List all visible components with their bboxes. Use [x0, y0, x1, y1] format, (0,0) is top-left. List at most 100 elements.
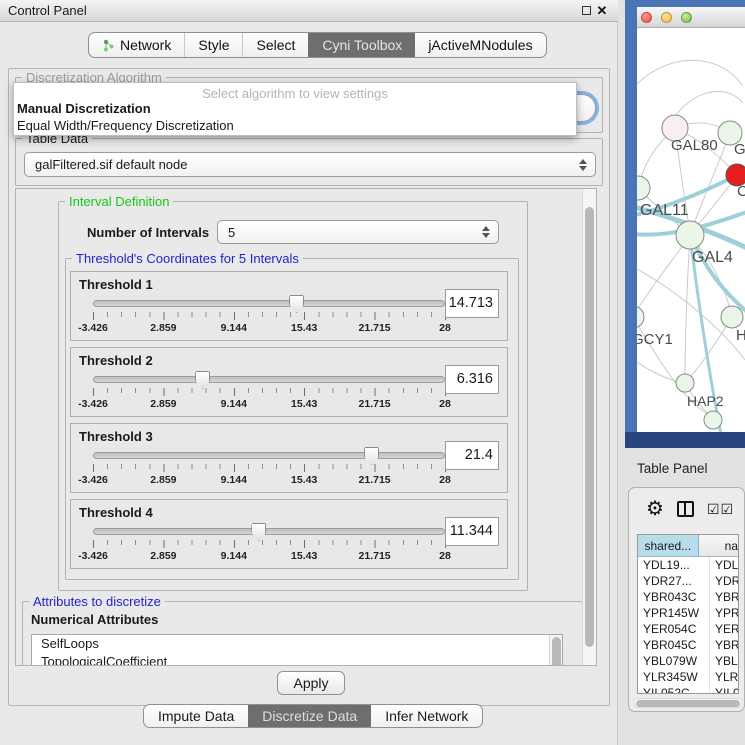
numerical-attributes-label: Numerical Attributes [31, 612, 158, 627]
slider-track [93, 528, 445, 535]
threshold-1-slider-thumb[interactable] [289, 295, 304, 313]
network-graph: GAL80 GA C GAL11 GAL4 GCY1 H HAP2 [637, 28, 745, 432]
node-bottom[interactable] [704, 411, 722, 429]
threshold-4-panel: Threshold 4 -3.426 2.859 9.144 15.43 [70, 499, 508, 569]
control-panel-titlebar: Control Panel ✕ [0, 0, 618, 22]
table-row[interactable]: YDL19...YDL1 [638, 557, 738, 573]
node-h[interactable] [721, 306, 743, 328]
table-panel-title: Table Panel [637, 461, 708, 476]
algorithm-dropdown-popup: Select algorithm to view settings Manual… [13, 82, 577, 136]
menu-item-equal-width-discretization[interactable]: Equal Width/Frequency Discretization [17, 118, 234, 133]
tab-style[interactable]: Style [184, 33, 242, 57]
threshold-2-slider[interactable] [93, 376, 445, 384]
tab-network-label: Network [120, 37, 171, 53]
threshold-1-value-field[interactable]: 14.713 [445, 289, 499, 318]
attributes-list-scrollbar[interactable] [549, 635, 562, 666]
table-row[interactable]: YBR043CYBR0 [638, 589, 738, 605]
number-of-intervals-combobox[interactable]: 5 [217, 220, 499, 244]
node-label: GAL80 [671, 137, 718, 154]
node-attribute-table[interactable]: shared... na YDL19...YDL1 YDR27...YDR2 Y… [637, 534, 739, 694]
table-row[interactable]: YBL079WYBL0 [638, 653, 738, 669]
threshold-3-panel: Threshold 3 -3.426 2.859 9.144 15.43 [70, 423, 508, 493]
tab-select[interactable]: Select [242, 33, 308, 57]
threshold-3-slider-thumb[interactable] [364, 447, 379, 465]
number-of-intervals-label: Number of Intervals [87, 225, 209, 240]
select-columns-icon[interactable]: ☑☑ [707, 501, 734, 518]
close-panel-button[interactable]: ✕ [594, 3, 610, 19]
column-header-name[interactable]: na [699, 535, 738, 556]
tab-cyni-toolbox[interactable]: Cyni Toolbox [308, 33, 415, 57]
table-row[interactable]: YIL052CYIL0 [638, 685, 738, 694]
tab-jactivemnodules[interactable]: jActiveMNodules [415, 33, 545, 57]
threshold-3-value-field[interactable]: 21.4 [445, 441, 499, 470]
control-panel-tabbar: Network Style Select Cyni Toolbox jActiv… [88, 32, 547, 58]
threshold-4-title: Threshold 4 [79, 505, 153, 520]
threshold-4-value-field[interactable]: 11.344 [445, 517, 499, 546]
node-gal4[interactable] [676, 221, 704, 249]
settings-scroll-panel: Interval Definition Number of Intervals … [15, 188, 597, 666]
split-columns-icon[interactable] [677, 501, 694, 517]
threshold-2-title: Threshold 2 [79, 353, 153, 368]
tab-infer-network[interactable]: Infer Network [371, 705, 482, 727]
interval-definition-group: Interval Definition Number of Intervals … [58, 201, 528, 591]
table-row[interactable]: YDR27...YDR2 [638, 573, 738, 589]
tab-discretize-data[interactable]: Discretize Data [248, 705, 371, 727]
node-label: GAL11 [640, 202, 689, 219]
list-item[interactable]: SelfLoops [32, 635, 562, 653]
menu-item-manual-discretization[interactable]: Manual Discretization [17, 101, 151, 116]
node-gal11[interactable] [637, 176, 650, 200]
slider-track [93, 376, 445, 383]
table-header-row: shared... na [638, 535, 738, 557]
column-header-shared-name[interactable]: shared... [638, 535, 699, 556]
network-icon [102, 39, 115, 52]
float-icon [582, 6, 591, 15]
table-data-value: galFiltered.sif default node [35, 157, 187, 172]
control-panel-window: Control Panel ✕ Network Style Select Cyn… [0, 0, 618, 745]
close-icon: ✕ [597, 3, 608, 19]
tab-style-label: Style [198, 37, 229, 53]
apply-button[interactable]: Apply [277, 671, 345, 695]
network-view-frame-bottom [625, 432, 745, 448]
threshold-1-title: Threshold 1 [79, 277, 153, 292]
mac-zoom-icon[interactable] [681, 12, 692, 23]
list-item[interactable]: TopologicalCoefficient [32, 653, 562, 666]
tab-cyni-toolbox-label: Cyni Toolbox [322, 37, 402, 53]
node-hap2[interactable] [676, 374, 694, 392]
table-row[interactable]: YER054CYER0 [638, 621, 738, 637]
node-label: C [737, 183, 745, 200]
cyni-bottom-tabbar: Impute Data Discretize Data Infer Networ… [143, 704, 483, 728]
interval-definition-label: Interval Definition [65, 194, 173, 209]
threshold-2-slider-thumb[interactable] [195, 371, 210, 389]
threshold-1-slider[interactable] [93, 300, 445, 308]
numerical-attributes-list[interactable]: SelfLoops TopologicalCoefficient Between… [31, 634, 563, 666]
mac-minimize-icon[interactable] [661, 12, 672, 23]
threshold-3-slider[interactable] [93, 452, 445, 460]
tab-jactivemnodules-label: jActiveMNodules [428, 37, 532, 53]
window-title: Control Panel [8, 3, 578, 18]
gear-icon[interactable]: ⚙ [646, 499, 664, 519]
tab-infer-network-label: Infer Network [385, 708, 468, 724]
attributes-group-label: Attributes to discretize [29, 594, 165, 609]
float-panel-button[interactable] [578, 3, 594, 19]
mac-close-icon[interactable] [641, 12, 652, 23]
node-gcy1[interactable] [637, 306, 644, 328]
threshold-4-slider[interactable] [93, 528, 445, 536]
threshold-3-title: Threshold 3 [79, 429, 153, 444]
table-data-combobox[interactable]: galFiltered.sif default node [24, 152, 596, 177]
tab-discretize-data-label: Discretize Data [262, 708, 357, 724]
thresholds-group: Threshold's Coordinates for 5 Intervals … [65, 258, 519, 580]
settings-panel-scrollbar[interactable] [582, 189, 596, 665]
slider-tick-labels: -3.426 2.859 9.144 15.43 21.715 28 [93, 474, 445, 486]
threshold-4-slider-thumb[interactable] [251, 523, 266, 541]
tab-network[interactable]: Network [89, 33, 184, 57]
table-row[interactable]: YLR345WYLR3 [638, 669, 738, 685]
network-window-titlebar[interactable] [637, 7, 745, 28]
table-row[interactable]: YPR145WYPR1 [638, 605, 738, 621]
table-row[interactable]: YBR045CYBR0 [638, 637, 738, 653]
tab-impute-data[interactable]: Impute Data [144, 705, 248, 727]
network-canvas[interactable]: GAL80 GA C GAL11 GAL4 GCY1 H HAP2 [637, 28, 745, 432]
table-horizontal-scrollbar[interactable] [633, 698, 743, 708]
attributes-group: Attributes to discretize Numerical Attri… [22, 601, 584, 666]
threshold-2-value-field[interactable]: 6.316 [445, 365, 499, 394]
node-label: GAL4 [692, 249, 733, 266]
